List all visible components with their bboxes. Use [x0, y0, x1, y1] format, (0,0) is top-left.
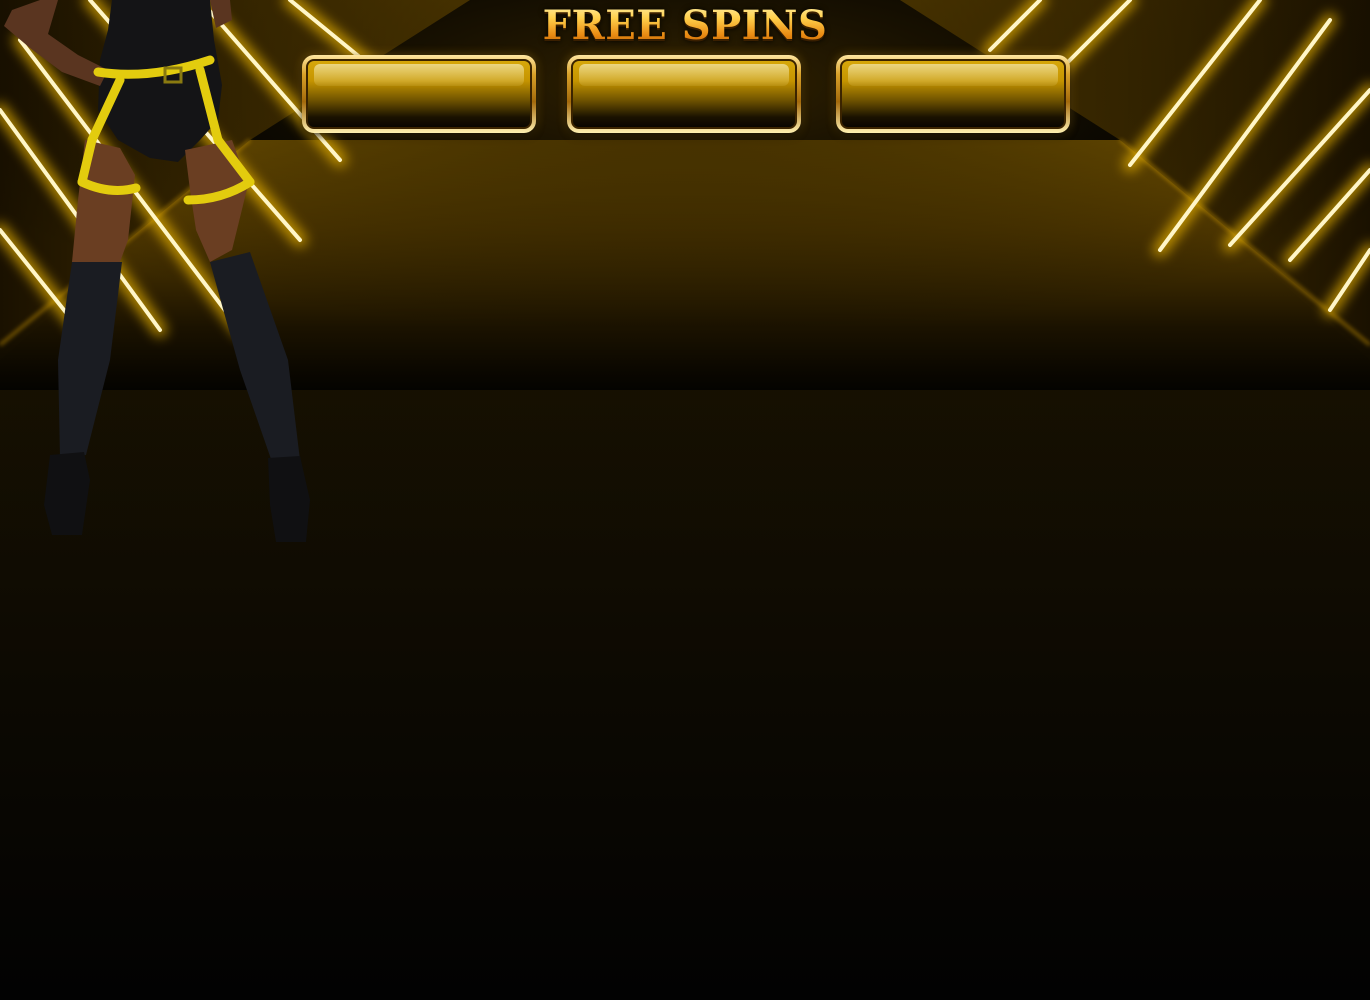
neon-stage-backdrop	[0, 0, 1370, 1000]
free-spins-counter-center[interactable]	[567, 55, 801, 133]
counter-display	[571, 59, 797, 129]
counter-display	[306, 59, 532, 129]
free-spins-counter-left[interactable]	[302, 55, 536, 133]
counter-display	[840, 59, 1066, 129]
game-scene: FREE SPINS	[0, 0, 1370, 1000]
free-spins-counter-right[interactable]	[836, 55, 1070, 133]
free-spins-title: FREE SPINS	[485, 2, 885, 49]
